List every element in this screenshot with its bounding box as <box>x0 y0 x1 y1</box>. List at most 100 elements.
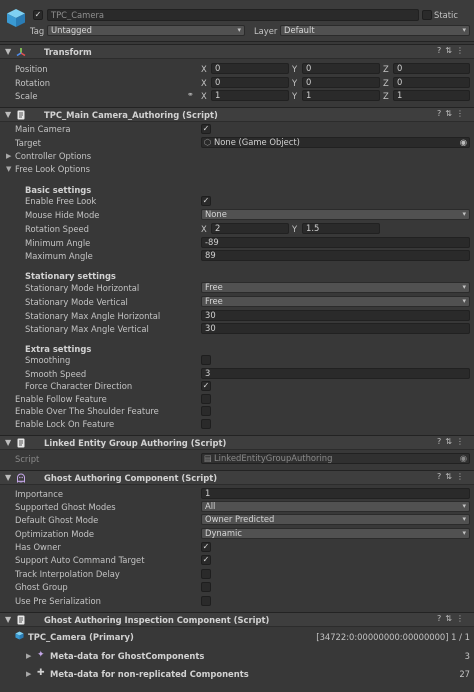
meta-nonreplicated-foldout[interactable]: Meta-data for non-replicated Components <box>50 669 249 679</box>
position-z-label[interactable]: Z <box>383 64 389 74</box>
preset-icon[interactable]: ⇅ <box>445 109 456 118</box>
support-auto-command-target-toggle[interactable]: ✓ <box>201 555 211 565</box>
fold-open-icon[interactable]: ▼ <box>5 473 11 482</box>
menu-icon[interactable]: ⋮ <box>456 472 468 481</box>
ghost-authoring-header[interactable]: ▼ Ghost Authoring Component (Script) ?⇅⋮ <box>0 470 474 485</box>
fold-closed-icon[interactable]: ▶ <box>26 670 31 678</box>
ghost-icon <box>16 473 26 483</box>
scale-y-label[interactable]: Y <box>292 91 297 101</box>
script-icon <box>16 110 26 120</box>
rotation-speed-x-label[interactable]: X <box>201 224 207 234</box>
rotation-speed-y-label[interactable]: Y <box>292 224 297 234</box>
position-x-field[interactable]: 0 <box>211 63 289 74</box>
support-auto-command-target-label: Support Auto Command Target <box>15 555 145 565</box>
object-name-input[interactable]: TPC_Camera <box>47 9 419 21</box>
linked-entity-title: Linked Entity Group Authoring (Script) <box>44 438 227 448</box>
enable-over-the-shoulder-toggle[interactable] <box>201 406 211 416</box>
preset-icon[interactable]: ⇅ <box>445 437 456 446</box>
entity-hash-label: [34722:0:00000000:00000000] 1 / 1 <box>316 632 470 642</box>
mouse-hide-mode-dropdown[interactable]: None ▾ <box>201 209 470 220</box>
stationary-max-angle-vertical-field[interactable]: 30 <box>201 323 470 334</box>
supported-ghost-modes-dropdown[interactable]: All ▾ <box>201 501 470 512</box>
importance-field[interactable]: 1 <box>201 488 470 499</box>
chevron-down-icon: ▾ <box>237 26 241 34</box>
linked-entity-header[interactable]: ▼ Linked Entity Group Authoring (Script)… <box>0 435 474 450</box>
rotation-speed-x-field[interactable]: 2 <box>211 223 289 234</box>
enable-free-look-toggle[interactable]: ✓ <box>201 196 211 206</box>
tag-label: Tag <box>30 26 45 36</box>
fold-closed-icon[interactable]: ▶ <box>6 152 11 160</box>
position-label: Position <box>15 64 48 74</box>
rotation-y-field[interactable]: 0 <box>302 77 380 88</box>
gameobject-cube-icon <box>6 8 26 28</box>
scale-x-label[interactable]: X <box>201 91 207 101</box>
fold-open-icon[interactable]: ▼ <box>5 47 11 56</box>
supported-ghost-modes-label: Supported Ghost Modes <box>15 502 116 512</box>
enable-lock-on-toggle[interactable] <box>201 419 211 429</box>
ghost-inspection-header[interactable]: ▼ Ghost Authoring Inspection Component (… <box>0 612 474 627</box>
menu-icon[interactable]: ⋮ <box>456 437 468 446</box>
ghost-group-label: Ghost Group <box>15 582 68 592</box>
tag-dropdown[interactable]: Untagged ▾ <box>47 25 245 36</box>
meta-ghost-components-foldout[interactable]: Meta-data for GhostComponents <box>50 651 204 661</box>
stationary-mode-vertical-label: Stationary Mode Vertical <box>25 297 128 307</box>
ghost-group-toggle[interactable] <box>201 582 211 592</box>
preset-icon[interactable]: ⇅ <box>445 614 456 623</box>
fold-open-icon[interactable]: ▼ <box>6 165 11 173</box>
stationary-mode-horizontal-dropdown[interactable]: Free ▾ <box>201 282 470 293</box>
chevron-down-icon: ▾ <box>462 283 466 291</box>
preset-icon[interactable]: ⇅ <box>445 472 456 481</box>
main-camera-toggle[interactable]: ✓ <box>201 124 211 134</box>
tpc-component-header[interactable]: ▼ TPC_Main Camera_Authoring (Script) ?⇅⋮ <box>0 107 474 122</box>
minimum-angle-field[interactable]: -89 <box>201 237 470 248</box>
scale-x-field[interactable]: 1 <box>211 90 289 101</box>
layer-dropdown[interactable]: Default ▾ <box>280 25 470 36</box>
menu-icon[interactable]: ⋮ <box>456 109 468 118</box>
free-look-options-foldout[interactable]: Free Look Options <box>15 164 90 174</box>
rotation-speed-y-field[interactable]: 1.5 <box>302 223 380 234</box>
fold-open-icon[interactable]: ▼ <box>5 110 11 119</box>
use-pre-serialization-toggle[interactable] <box>201 596 211 606</box>
position-z-field[interactable]: 0 <box>393 63 470 74</box>
transform-header[interactable]: ▼ Transform ?⇅⋮ <box>0 44 474 59</box>
fold-open-icon[interactable]: ▼ <box>5 438 11 447</box>
force-character-direction-toggle[interactable]: ✓ <box>201 381 211 391</box>
scale-z-label[interactable]: Z <box>383 91 389 101</box>
smoothing-toggle[interactable] <box>201 355 211 365</box>
position-x-label[interactable]: X <box>201 64 207 74</box>
target-object-field[interactable]: ⬡ None (Game Object) ◉ <box>201 137 470 148</box>
rotation-y-label[interactable]: Y <box>292 78 297 88</box>
fold-open-icon[interactable]: ▼ <box>5 615 11 624</box>
rotation-z-label[interactable]: Z <box>383 78 389 88</box>
scale-y-field[interactable]: 1 <box>302 90 380 101</box>
optimization-mode-dropdown[interactable]: Dynamic ▾ <box>201 528 470 539</box>
stationary-max-angle-horizontal-field[interactable]: 30 <box>201 310 470 321</box>
position-y-field[interactable]: 0 <box>302 63 380 74</box>
rotation-x-field[interactable]: 0 <box>211 77 289 88</box>
stationary-max-angle-horizontal-label: Stationary Max Angle Horizontal <box>25 311 161 321</box>
preset-icon[interactable]: ⇅ <box>445 46 456 55</box>
smooth-speed-field[interactable]: 3 <box>201 368 470 379</box>
chevron-down-icon: ▾ <box>462 502 466 510</box>
menu-icon[interactable]: ⋮ <box>456 46 468 55</box>
static-toggle[interactable] <box>422 10 432 20</box>
meta-nonreplicated-count: 27 <box>459 669 470 679</box>
scale-z-field[interactable]: 1 <box>393 90 470 101</box>
controller-options-foldout[interactable]: Controller Options <box>15 151 91 161</box>
maximum-angle-field[interactable]: 89 <box>201 250 470 261</box>
has-owner-toggle[interactable]: ✓ <box>201 542 211 552</box>
enable-follow-feature-toggle[interactable] <box>201 394 211 404</box>
default-ghost-mode-dropdown[interactable]: Owner Predicted ▾ <box>201 514 470 525</box>
fold-closed-icon[interactable]: ▶ <box>26 652 31 660</box>
menu-icon[interactable]: ⋮ <box>456 614 468 623</box>
rotation-z-field[interactable]: 0 <box>393 77 470 88</box>
position-y-label[interactable]: Y <box>292 64 297 74</box>
track-interpolation-delay-toggle[interactable] <box>201 569 211 579</box>
active-toggle[interactable]: ✓ <box>33 10 43 20</box>
transform-icon <box>16 47 26 57</box>
enable-lock-on-label: Enable Lock On Feature <box>15 419 115 429</box>
object-picker-icon[interactable]: ◉ <box>460 138 467 147</box>
stationary-mode-vertical-dropdown[interactable]: Free ▾ <box>201 296 470 307</box>
rotation-x-label[interactable]: X <box>201 78 207 88</box>
link-icon[interactable]: ⚭ <box>187 90 194 99</box>
